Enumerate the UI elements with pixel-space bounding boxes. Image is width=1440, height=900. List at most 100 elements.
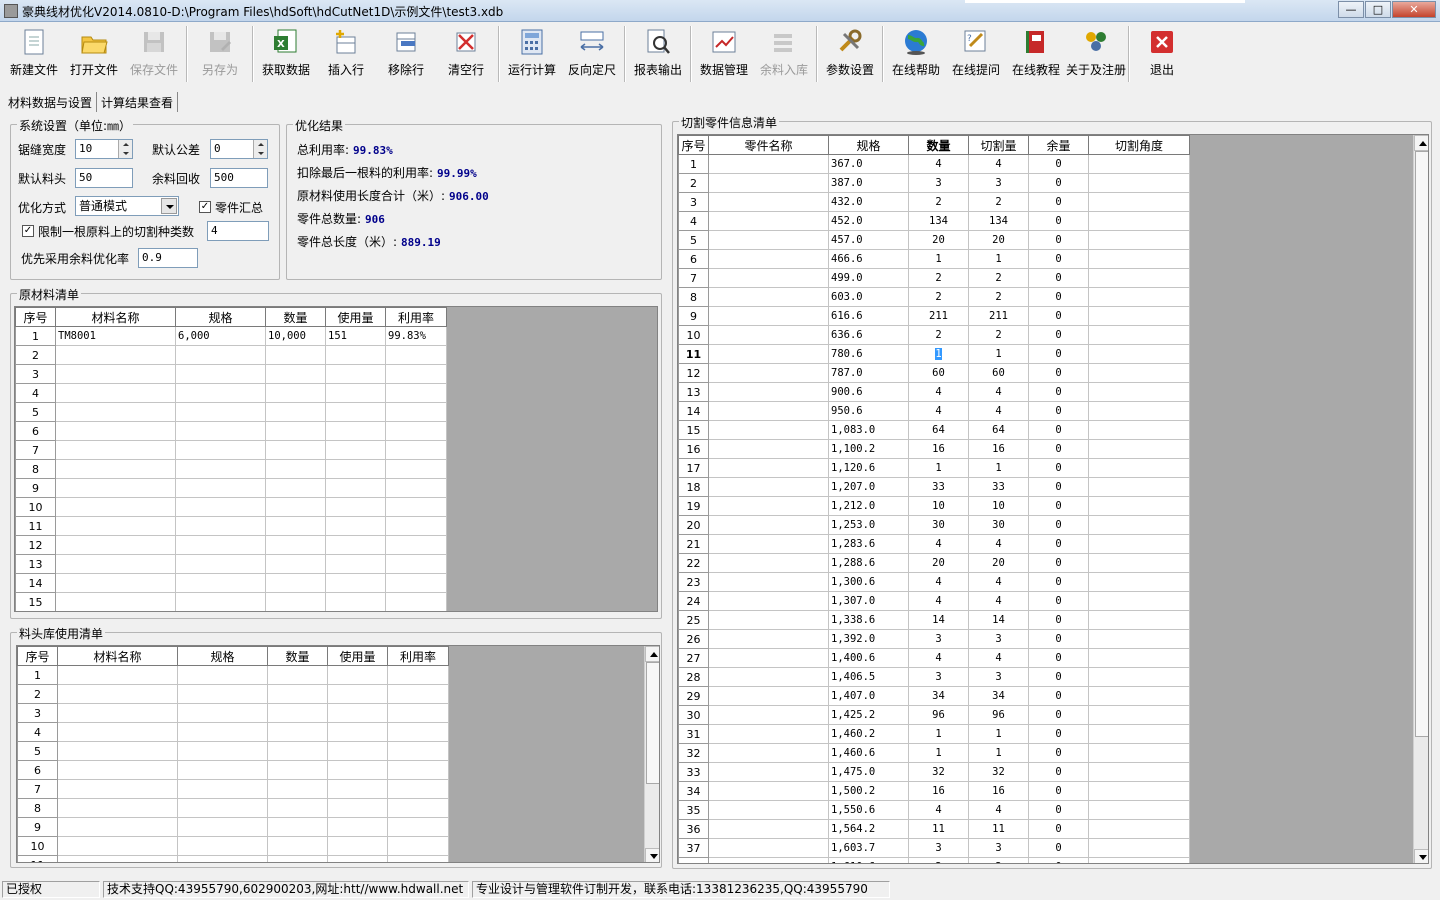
table-cell[interactable]: 64	[968, 420, 1029, 440]
table-cell[interactable]	[387, 703, 449, 723]
table-cell[interactable]: 0	[1028, 781, 1089, 801]
table-cell[interactable]: 0	[1028, 249, 1089, 269]
table-cell[interactable]	[708, 401, 829, 421]
table-cell[interactable]	[708, 344, 829, 364]
table-row[interactable]: 34 1,500.2 16 16 0	[678, 781, 1190, 801]
table-row[interactable]: 2 387.0 3 3 0	[678, 173, 1190, 193]
table-cell[interactable]	[708, 629, 829, 649]
table-cell[interactable]: 4	[968, 154, 1029, 174]
table-cell[interactable]	[327, 779, 388, 799]
table-cell[interactable]	[708, 705, 829, 725]
table-cell[interactable]	[175, 573, 266, 593]
table-cell[interactable]: 3	[968, 629, 1029, 649]
table-row[interactable]: 10	[17, 836, 449, 856]
table-cell[interactable]: 0	[1028, 173, 1089, 193]
table-cell[interactable]: 0	[1028, 287, 1089, 307]
table-cell[interactable]: 0	[1028, 819, 1089, 839]
table-cell[interactable]: 4	[908, 800, 969, 820]
table-cell[interactable]: 211	[908, 306, 969, 326]
table-cell[interactable]: 3	[908, 173, 969, 193]
table-cell[interactable]	[1088, 382, 1190, 402]
table-cell[interactable]	[265, 345, 326, 365]
table-cell[interactable]	[55, 364, 176, 384]
table-cell[interactable]	[385, 573, 447, 593]
table-cell[interactable]	[1088, 572, 1190, 592]
table-cell[interactable]	[177, 741, 268, 761]
table-cell[interactable]: 4	[968, 572, 1029, 592]
table-cell[interactable]: 367.0	[828, 154, 909, 174]
table-cell[interactable]: 0	[1028, 724, 1089, 744]
toolbar-button-report-preview[interactable]: 报表输出	[628, 23, 688, 83]
table-cell[interactable]	[387, 798, 449, 818]
table-cell[interactable]: 1,475.0	[828, 762, 909, 782]
table-row[interactable]: 32 1,460.6 1 1 0	[678, 743, 1190, 763]
table-cell[interactable]: 1	[968, 344, 1029, 364]
table-cell[interactable]: 2	[968, 325, 1029, 345]
table-cell[interactable]	[55, 497, 176, 517]
table-cell[interactable]: 0	[1028, 325, 1089, 345]
minimize-button[interactable]: —	[1338, 1, 1364, 18]
stock-usage-grid[interactable]: 序号材料名称规格数量使用量利用率 1234567891011	[16, 645, 660, 863]
table-cell[interactable]	[267, 798, 328, 818]
table-row[interactable]: 10	[15, 497, 447, 517]
table-cell[interactable]	[1088, 211, 1190, 231]
table-cell[interactable]	[325, 459, 386, 479]
table-cell[interactable]: 1,307.0	[828, 591, 909, 611]
tab-calc-results[interactable]: 计算结果查看	[97, 92, 179, 112]
table-cell[interactable]	[1088, 268, 1190, 288]
table-cell[interactable]: 64	[908, 420, 969, 440]
table-cell[interactable]	[1088, 534, 1190, 554]
table-cell[interactable]: 1,425.2	[828, 705, 909, 725]
table-cell[interactable]: 16	[968, 439, 1029, 459]
table-cell[interactable]	[385, 535, 447, 555]
limit-field[interactable]: 4	[207, 221, 269, 241]
table-cell[interactable]	[1088, 287, 1190, 307]
table-cell[interactable]	[177, 855, 268, 862]
table-cell[interactable]	[708, 287, 829, 307]
table-cell[interactable]: 1	[968, 249, 1029, 269]
table-row[interactable]: 30 1,425.2 96 96 0	[678, 705, 1190, 725]
table-cell[interactable]	[267, 760, 328, 780]
table-cell[interactable]	[1088, 325, 1190, 345]
table-cell[interactable]: 0	[1028, 211, 1089, 231]
saw-width-stepper[interactable]: 10	[75, 139, 133, 159]
table-cell[interactable]	[267, 684, 328, 704]
table-cell[interactable]	[57, 817, 178, 837]
column-header[interactable]: 材料名称	[55, 307, 176, 327]
toolbar-button-exit[interactable]: 退出	[1132, 23, 1192, 83]
table-cell[interactable]	[55, 440, 176, 460]
toolbar-button-save-as[interactable]: 另存为	[190, 23, 250, 83]
table-cell[interactable]	[267, 779, 328, 799]
table-cell[interactable]	[385, 459, 447, 479]
selected-cell[interactable]: 1	[935, 348, 942, 360]
table-cell[interactable]: 32	[908, 762, 969, 782]
table-cell[interactable]	[55, 421, 176, 441]
table-cell[interactable]: 4	[908, 648, 969, 668]
table-cell[interactable]	[177, 684, 268, 704]
table-cell[interactable]	[327, 798, 388, 818]
table-cell[interactable]	[177, 779, 268, 799]
table-row[interactable]: 23 1,300.6 4 4 0	[678, 572, 1190, 592]
table-cell[interactable]	[387, 741, 449, 761]
table-cell[interactable]	[327, 665, 388, 685]
table-cell[interactable]	[708, 154, 829, 174]
table-cell[interactable]: 3	[908, 838, 969, 858]
table-cell[interactable]: 432.0	[828, 192, 909, 212]
table-row[interactable]: 17 1,120.6 1 1 0	[678, 458, 1190, 478]
table-cell[interactable]	[55, 573, 176, 593]
table-cell[interactable]	[385, 402, 447, 422]
table-cell[interactable]	[175, 421, 266, 441]
table-cell[interactable]: 2	[908, 325, 969, 345]
table-cell[interactable]: 900.6	[828, 382, 909, 402]
table-cell[interactable]	[325, 573, 386, 593]
table-cell[interactable]	[325, 421, 386, 441]
table-cell[interactable]	[1088, 838, 1190, 858]
table-cell[interactable]	[175, 516, 266, 536]
toolbar-button-tutorial-book[interactable]: 在线教程	[1006, 23, 1066, 83]
column-header[interactable]: 切割角度	[1088, 135, 1190, 155]
table-cell[interactable]: 10	[908, 496, 969, 516]
table-cell[interactable]: 4	[908, 401, 969, 421]
table-row[interactable]: 4 452.0 134 134 0	[678, 211, 1190, 231]
table-row[interactable]: 22 1,288.6 20 20 0	[678, 553, 1190, 573]
table-row[interactable]: 3 432.0 2 2 0	[678, 192, 1190, 212]
